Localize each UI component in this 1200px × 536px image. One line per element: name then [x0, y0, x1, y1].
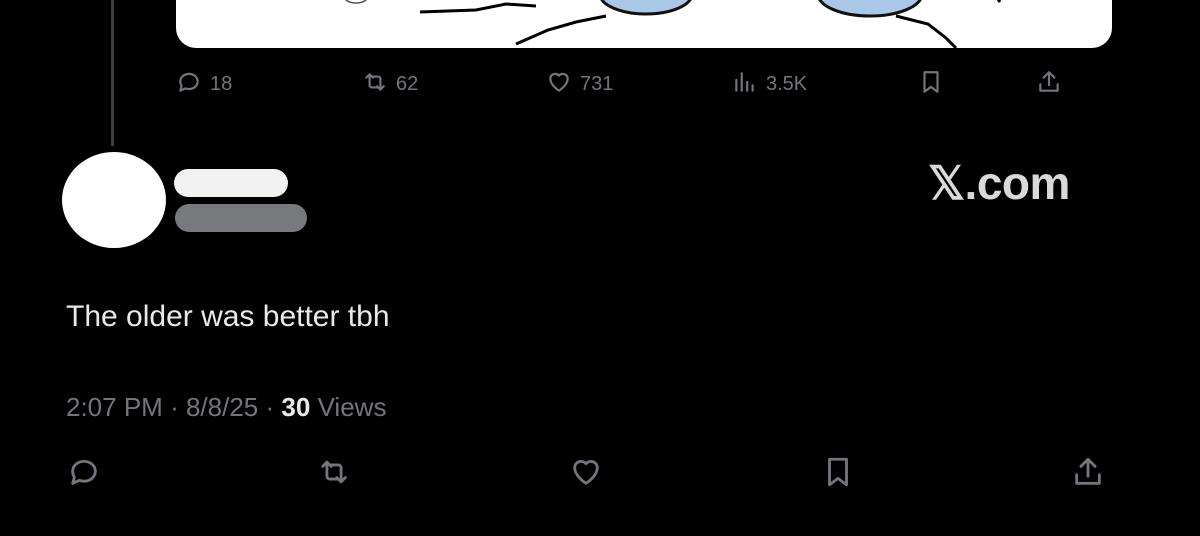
like-button[interactable]	[566, 452, 606, 496]
media-drawing	[345, 0, 1002, 48]
reply-button[interactable]: 18	[176, 66, 232, 102]
redacted-display-name	[174, 169, 288, 197]
reply-icon	[67, 455, 101, 494]
reply-button[interactable]	[64, 452, 104, 496]
post-media-image[interactable]	[176, 0, 1112, 48]
bookmark-button[interactable]	[818, 452, 858, 496]
reply-icon	[176, 69, 202, 100]
post-date[interactable]: 8/8/25	[186, 392, 258, 422]
post-metadata: 2:07 PM · 8/8/25 · 30 Views	[66, 392, 386, 423]
share-icon	[1071, 455, 1105, 494]
like-icon	[546, 69, 572, 100]
views-button[interactable]: 3.5K	[732, 66, 807, 102]
like-button[interactable]: 731	[546, 66, 613, 102]
bookmark-icon	[918, 69, 944, 100]
post-text: The older was better tbh	[66, 300, 390, 333]
repost-button[interactable]	[314, 452, 354, 496]
reply-count: 18	[210, 72, 233, 95]
views-label: Views	[317, 392, 387, 422]
like-count: 731	[580, 72, 614, 95]
share-button[interactable]	[1068, 452, 1108, 496]
repost-icon	[362, 69, 388, 100]
post-time[interactable]: 2:07 PM	[66, 392, 163, 422]
share-button[interactable]	[1036, 66, 1062, 102]
thread-connector-line	[111, 0, 114, 146]
avatar[interactable]	[62, 152, 166, 248]
repost-count: 62	[396, 72, 419, 95]
share-icon	[1036, 69, 1062, 100]
repost-icon	[317, 455, 351, 494]
meta-separator: ·	[170, 392, 179, 422]
x-com-watermark: 𝕏.com	[928, 157, 1070, 209]
redacted-username	[175, 204, 307, 232]
views-number: 30	[281, 392, 311, 422]
bookmark-icon	[821, 455, 855, 494]
view-count: 3.5K	[766, 72, 808, 95]
meta-separator: ·	[265, 392, 275, 422]
bookmark-button[interactable]	[918, 66, 944, 102]
like-icon	[569, 455, 603, 494]
repost-button[interactable]: 62	[362, 66, 418, 102]
views-icon	[732, 69, 758, 100]
